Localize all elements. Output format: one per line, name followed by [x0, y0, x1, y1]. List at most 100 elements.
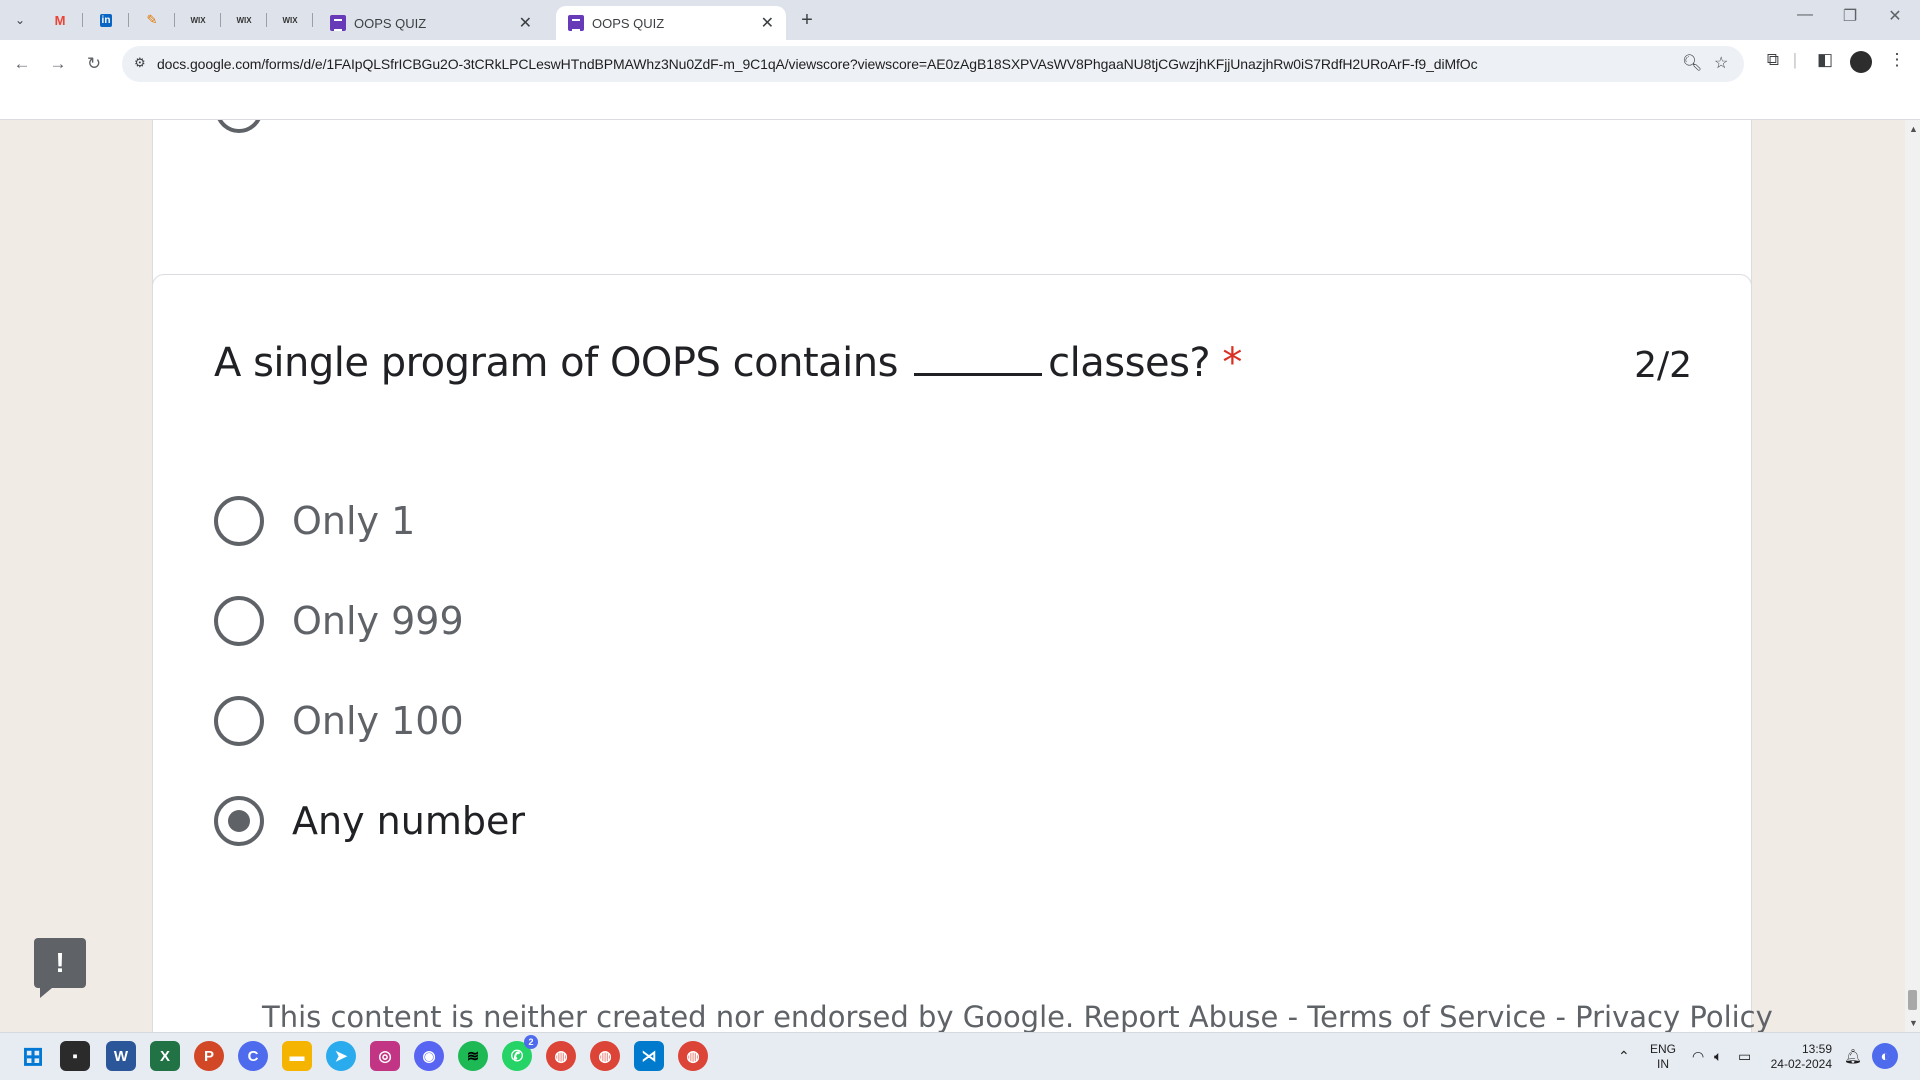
scrollbar-thumb[interactable] [1908, 990, 1917, 1010]
google-forms-icon [330, 15, 346, 31]
new-tab-button[interactable]: + [795, 8, 819, 32]
close-icon: ✕ [1888, 8, 1902, 25]
option-only-999[interactable]: Only 999 [214, 595, 464, 647]
plus-icon: + [801, 8, 813, 31]
extensions-icon[interactable]: ⧉ [1760, 50, 1786, 70]
instagram-icon[interactable]: ◎ [370, 1041, 400, 1071]
tab-separator [174, 13, 175, 27]
language-indicator[interactable]: ENG IN [1648, 1042, 1678, 1072]
zoom-icon[interactable]: 🔍︎ [1682, 53, 1702, 73]
wix-icon: WIX [190, 15, 206, 25]
report-abuse-link[interactable]: Report Abuse [1083, 1000, 1278, 1032]
close-window-button[interactable]: ✕ [1875, 6, 1915, 26]
question-title: A single program of OOPS contains classe… [214, 340, 1242, 386]
feather-icon: ✎ [146, 12, 158, 27]
windows-start-icon[interactable]: ⊞ [18, 1041, 48, 1071]
profile-avatar[interactable] [1850, 51, 1872, 73]
pinned-tab-wix[interactable]: WIX [276, 8, 304, 32]
option-label: Only 999 [292, 599, 464, 643]
option-any-number[interactable]: Any number [214, 795, 525, 847]
file-explorer-icon[interactable]: ▬ [282, 1041, 312, 1071]
copilot-icon[interactable]: C [238, 1041, 268, 1071]
site-info-icon[interactable]: ⚙ [134, 55, 146, 71]
radio-button[interactable] [214, 696, 264, 746]
bookmark-star-icon[interactable]: ☆ [1714, 53, 1728, 73]
required-asterisk: * [1222, 340, 1242, 386]
wix-icon: WIX [236, 15, 252, 25]
option-only-100[interactable]: Only 100 [214, 695, 464, 747]
telegram-icon[interactable]: ➤ [326, 1041, 356, 1071]
clock[interactable]: 13:59 24-02-2024 [1766, 1042, 1832, 1072]
tab-title: OOPS QUIZ [592, 15, 665, 31]
tab-separator [266, 13, 267, 27]
footer-disclaimer: This content is neither created nor endo… [262, 1000, 1075, 1032]
scroll-up-arrow-icon[interactable]: ▲ [1909, 124, 1918, 134]
discord-icon[interactable]: ◉ [414, 1041, 444, 1071]
tab-oops-quiz-2[interactable]: OOPS QUIZ ✕ [556, 6, 786, 40]
page-footer: This content is neither created nor endo… [262, 1000, 1773, 1032]
wix-icon: WIX [282, 15, 298, 25]
language-code: ENG [1649, 1042, 1676, 1056]
pinned-tab-gmail[interactable]: M [46, 8, 74, 32]
tab-search-button[interactable]: ⌄ [8, 8, 32, 32]
notification-bell-icon[interactable]: 🔔︎ [1844, 1048, 1862, 1065]
chrome-profile-icon[interactable]: ◍ [590, 1041, 620, 1071]
question-text: A single program of OOPS contains [214, 340, 898, 386]
tab-oops-quiz-1[interactable]: OOPS QUIZ ✕ [318, 6, 544, 40]
more-menu-icon[interactable]: ⋮ [1884, 50, 1910, 70]
notification-badge: 2 [524, 1035, 538, 1049]
footer-separator: - [1278, 1000, 1308, 1032]
speaker-icon[interactable]: 🔈︎ [1714, 1048, 1722, 1065]
forward-button[interactable]: → [44, 50, 72, 78]
battery-icon[interactable]: ▭ [1738, 1048, 1751, 1065]
toolbar-separator: | [1792, 50, 1798, 69]
back-button[interactable]: ← [8, 50, 36, 78]
google-forms-icon [568, 15, 584, 31]
option-label: Only 100 [292, 699, 464, 743]
gmail-icon: M [54, 12, 66, 28]
pinned-tab-linkedin[interactable]: in [92, 8, 120, 32]
region-code: IN [1657, 1057, 1669, 1071]
chevron-up-icon[interactable]: ⌃ [1618, 1048, 1630, 1065]
address-bar[interactable]: ⚙ docs.google.com/forms/d/e/1FAIpQLSfrIC… [122, 46, 1744, 82]
word-icon[interactable]: W [106, 1041, 136, 1071]
option-label: Any number [292, 799, 525, 843]
side-panel-icon[interactable]: ◧ [1812, 50, 1838, 70]
powerpoint-icon[interactable]: P [194, 1041, 224, 1071]
restore-button[interactable]: ❐ [1830, 6, 1870, 26]
radio-button[interactable] [215, 120, 263, 133]
radio-button[interactable] [214, 596, 264, 646]
scroll-down-arrow-icon[interactable]: ▼ [1909, 1018, 1918, 1028]
report-feedback-button[interactable]: ! [34, 938, 86, 998]
minimize-button[interactable]: — [1785, 6, 1825, 24]
excel-icon[interactable]: X [150, 1041, 180, 1071]
tab-separator [82, 13, 83, 27]
close-icon[interactable]: ✕ [519, 13, 532, 33]
chrome-icon[interactable]: ◍ [546, 1041, 576, 1071]
terms-of-service-link[interactable]: Terms of Service [1307, 1000, 1546, 1032]
vscode-icon[interactable]: ⋊ [634, 1041, 664, 1071]
chrome-profile-2-icon[interactable]: ◍ [678, 1041, 708, 1071]
pinned-tab-feather[interactable]: ✎ [138, 8, 166, 32]
option-only-1[interactable]: Only 1 [214, 495, 415, 547]
whatsapp-icon[interactable]: ✆ 2 [502, 1035, 538, 1071]
pinned-tab-wix[interactable]: WIX [230, 8, 258, 32]
privacy-policy-link[interactable]: Privacy Policy [1575, 1000, 1773, 1032]
option-label: Only 1 [292, 499, 416, 543]
fill-in-blank [914, 346, 1043, 376]
spotify-icon[interactable]: ≋ [458, 1041, 488, 1071]
question-score: 2/2 [1634, 345, 1692, 386]
radio-button[interactable] [214, 496, 264, 546]
arrow-right-icon: → [49, 54, 67, 73]
copilot-tray-icon[interactable]: ◐ [1872, 1043, 1898, 1069]
minimize-icon: — [1797, 6, 1813, 23]
close-icon[interactable]: ✕ [761, 13, 774, 33]
radio-button-selected[interactable] [214, 796, 264, 846]
file-icon[interactable]: ▪ [60, 1041, 90, 1071]
reload-button[interactable]: ↻ [80, 50, 108, 78]
windows-taskbar: ⊞ ▪ W X P C ▬ ➤ ◎ ◉ ≋ ✆ 2 ◍ ◍ ⋊ ◍ ⌃ ENG I… [0, 1032, 1920, 1080]
url-text[interactable]: docs.google.com/forms/d/e/1FAIpQLSfrICBG… [157, 56, 1478, 72]
pinned-tab-wix[interactable]: WIX [184, 8, 212, 32]
wifi-icon[interactable]: ◠ [1692, 1048, 1704, 1065]
vertical-scrollbar[interactable]: ▲ ▼ [1905, 120, 1920, 1032]
